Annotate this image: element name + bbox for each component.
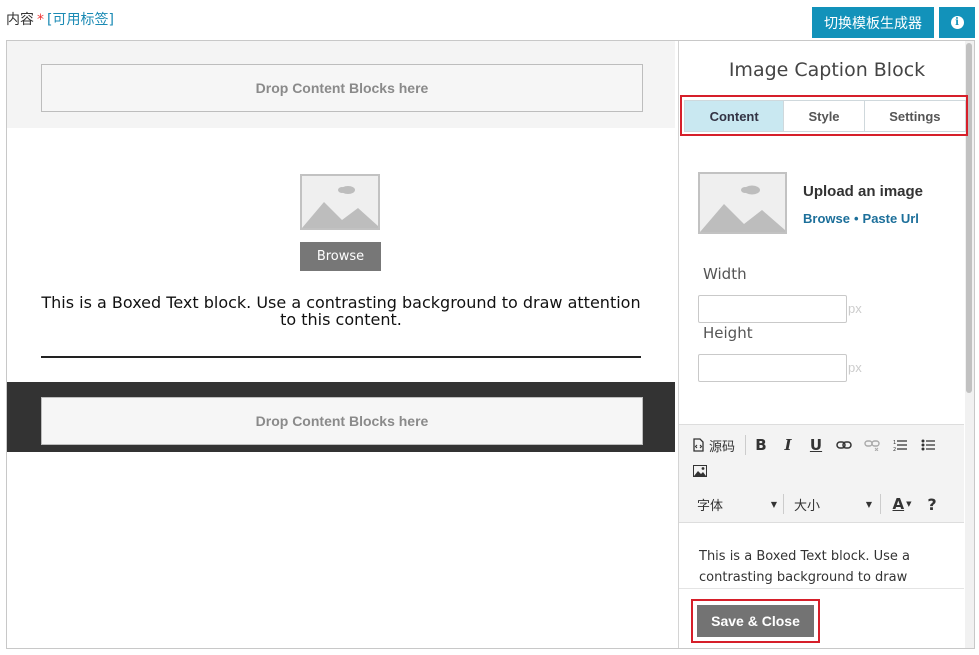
font-color-button[interactable]: A ▼ <box>889 494 915 514</box>
ordered-list-icon[interactable]: 12 <box>891 435 909 455</box>
info-button[interactable]: i <box>939 7 975 38</box>
insert-image-icon[interactable] <box>692 461 708 481</box>
svg-text:2: 2 <box>893 447 896 452</box>
upload-image-thumbnail-icon[interactable] <box>698 172 787 234</box>
panel-title: Image Caption Block <box>728 59 926 81</box>
unlink-icon[interactable] <box>863 435 881 455</box>
source-icon <box>693 438 704 452</box>
image-placeholder-icon[interactable] <box>300 174 380 230</box>
width-unit: px <box>848 301 862 316</box>
link-separator: • <box>853 211 859 226</box>
source-label: 源码 <box>709 439 736 455</box>
upload-links: Browse • Paste Url <box>803 211 919 226</box>
width-label: Width <box>703 265 747 283</box>
content-label: 内容 <box>6 12 34 28</box>
canvas-browse-button[interactable]: Browse <box>300 242 381 271</box>
template-canvas: Drop Content Blocks here Browse This is … <box>7 41 675 648</box>
bullet-list-icon[interactable] <box>919 435 937 455</box>
required-mark: * <box>37 12 44 28</box>
upload-image-title: Upload an image <box>803 183 924 200</box>
drop-zone-top[interactable]: Drop Content Blocks here <box>41 64 643 112</box>
tabs-highlight <box>680 95 968 136</box>
switch-template-builder-button[interactable]: 切换模板生成器 <box>812 7 934 38</box>
height-unit: px <box>848 360 862 375</box>
height-label: Height <box>703 324 753 342</box>
info-icon: i <box>950 16 964 29</box>
width-input[interactable] <box>698 295 847 323</box>
drop-zone-bottom[interactable]: Drop Content Blocks here <box>41 397 643 445</box>
underline-button[interactable]: U <box>808 435 824 455</box>
font-select-label: 字体 <box>697 498 724 514</box>
content-label-row: 内容 * [可用标签] <box>6 9 114 29</box>
editor-toolbar: 源码 B I U 12 字体 ▼ 大小 ▼ A ▼ ? <box>679 424 964 523</box>
divider <box>41 356 641 358</box>
save-close-button[interactable]: Save & Close <box>697 605 814 637</box>
top-section: Drop Content Blocks here <box>7 41 675 128</box>
browse-link[interactable]: Browse <box>803 211 850 226</box>
font-size-select[interactable]: 大小 ▼ <box>794 494 872 514</box>
svg-text:1: 1 <box>893 440 896 446</box>
source-button[interactable]: 源码 <box>692 435 735 455</box>
font-family-select[interactable]: 字体 ▼ <box>697 494 777 514</box>
help-button[interactable]: ? <box>924 494 940 514</box>
paste-url-link[interactable]: Paste Url <box>863 211 919 226</box>
height-input[interactable] <box>698 354 847 382</box>
chevron-down-icon: ▼ <box>770 499 777 509</box>
italic-button[interactable]: I <box>780 435 796 455</box>
editor-content[interactable]: This is a Boxed Text block. Use a contra… <box>699 546 949 588</box>
chevron-down-icon: ▼ <box>865 499 872 509</box>
chevron-down-icon: ▼ <box>906 500 912 508</box>
available-tags-link[interactable]: [可用标签] <box>47 12 114 28</box>
bold-button[interactable]: B <box>753 435 769 455</box>
link-icon[interactable] <box>835 435 853 455</box>
rich-text-editor: 源码 B I U 12 字体 ▼ 大小 ▼ A ▼ ? This is a Bo… <box>679 424 964 589</box>
dark-section: Drop Content Blocks here <box>7 382 675 452</box>
size-select-label: 大小 <box>794 498 821 514</box>
boxed-text-block[interactable]: This is a Boxed Text block. Use a contra… <box>37 294 645 328</box>
font-color-icon: A <box>892 495 905 513</box>
